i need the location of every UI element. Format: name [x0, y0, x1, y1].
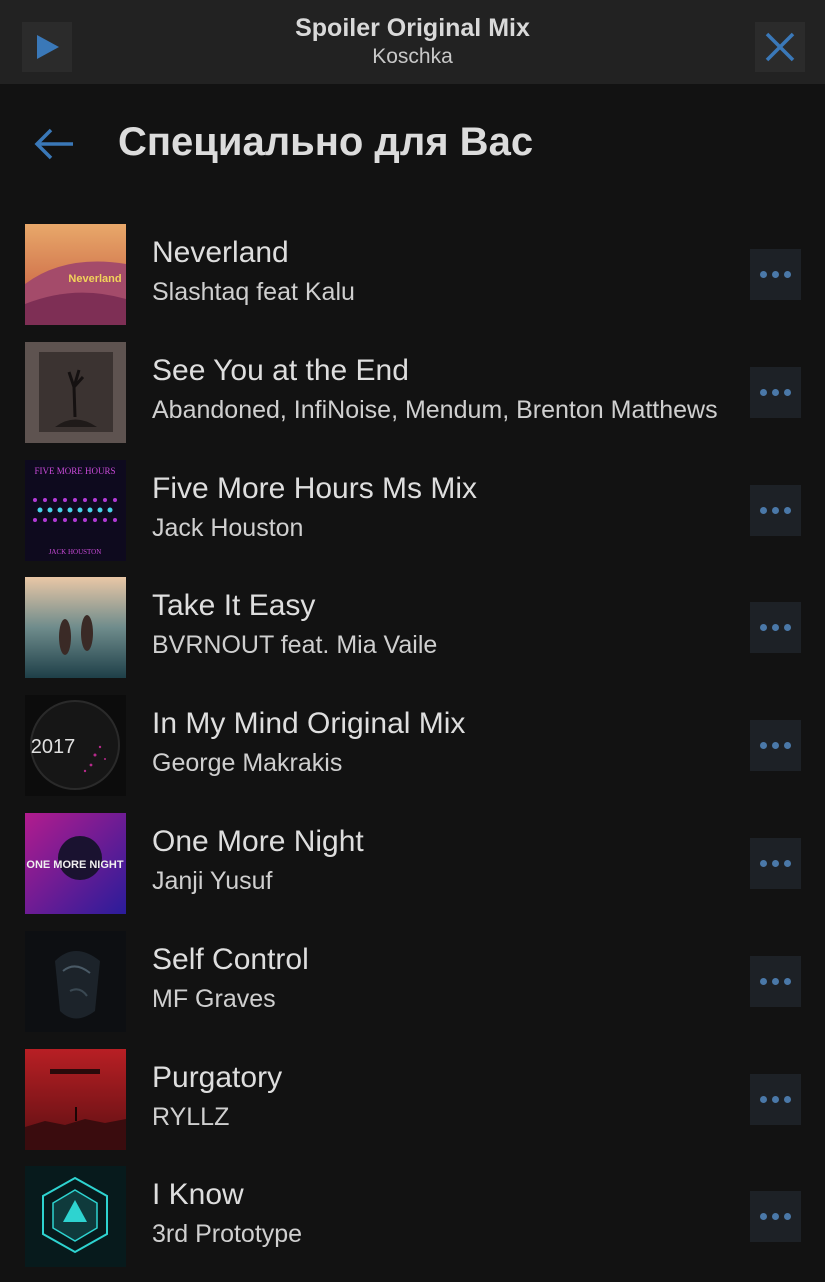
more-dots-icon	[760, 977, 767, 985]
track-artist: MF Graves	[152, 984, 276, 1013]
track-row[interactable]: See You at the End Abandoned, InfiNoise,…	[0, 340, 825, 458]
track-artist: RYLLZ	[152, 1102, 230, 1131]
more-dots-icon	[784, 271, 791, 278]
more-dots-icon	[772, 388, 779, 396]
now-playing-artist: Koschka	[372, 45, 453, 68]
more-dots-icon	[772, 271, 779, 278]
track-artist: 3rd Prototype	[152, 1220, 303, 1249]
more-options-button[interactable]	[750, 366, 801, 418]
more-dots-icon	[784, 1095, 791, 1103]
cover-label: FIVE MORE HOURS	[34, 466, 115, 476]
cover-label: ONE MORE NIGHT	[26, 859, 123, 871]
more-dots-icon	[760, 624, 767, 632]
track-row[interactable]: ONE MORE NIGHT One More Night Janji Yusu…	[0, 811, 825, 929]
more-options-button[interactable]	[750, 955, 801, 1007]
track-title: See You at the End	[152, 353, 409, 387]
track-artist: Abandoned, InfiNoise, Mendum, Brenton Ma…	[152, 395, 718, 424]
track-list: Neverland Neverland Slashtaq feat Kalu S…	[0, 222, 825, 1282]
more-dots-icon	[772, 859, 779, 867]
more-dots-icon	[772, 742, 779, 750]
track-row[interactable]: Purgatory RYLLZ	[0, 1047, 825, 1165]
track-artist: George Makrakis	[152, 749, 343, 778]
page-header: Специально для Вас	[0, 100, 825, 188]
track-title: Take It Easy	[152, 589, 316, 623]
cover-label: Neverland	[68, 273, 121, 285]
now-playing-info[interactable]: Spoiler Original Mix Koschka	[295, 13, 530, 71]
more-dots-icon	[760, 271, 767, 278]
more-dots-icon	[772, 624, 779, 632]
album-cover	[25, 341, 126, 443]
arrow-left-icon	[34, 128, 73, 160]
now-playing-title: Spoiler Original Mix	[295, 14, 530, 42]
track-title: Self Control	[152, 942, 309, 976]
more-dots-icon	[772, 1213, 779, 1221]
close-icon	[765, 32, 795, 62]
album-cover	[25, 930, 126, 1032]
track-title: One More Night	[152, 824, 364, 858]
track-artist: Slashtaq feat Kalu	[152, 278, 355, 306]
more-dots-icon	[760, 742, 767, 750]
track-artist: Jack Houston	[152, 513, 304, 542]
album-cover	[25, 1048, 126, 1150]
track-title: Five More Hours Ms Mix	[152, 471, 478, 505]
more-dots-icon	[784, 624, 791, 632]
track-row[interactable]: Self Control MF Graves	[0, 929, 825, 1047]
now-playing-bar[interactable]: Spoiler Original Mix Koschka	[0, 0, 825, 84]
play-button[interactable]	[22, 22, 72, 72]
more-dots-icon	[760, 1213, 767, 1221]
track-row[interactable]: I Know 3rd Prototype	[0, 1164, 825, 1282]
album-cover	[25, 1166, 126, 1268]
track-artist: Janji Yusuf	[152, 866, 273, 895]
more-dots-icon	[772, 1095, 779, 1103]
track-row[interactable]: FIVE MORE HOURS JACK HOUSTON Five More H…	[0, 458, 825, 576]
more-dots-icon	[760, 1095, 767, 1103]
more-options-button[interactable]	[750, 1073, 801, 1125]
track-row[interactable]: Neverland Neverland Slashtaq feat Kalu	[0, 222, 825, 340]
more-dots-icon	[772, 506, 779, 514]
more-dots-icon	[784, 859, 791, 867]
album-cover: 2017	[25, 695, 126, 797]
track-row[interactable]: 2017 In My Mind Original Mix George Makr…	[0, 693, 825, 811]
track-title: In My Mind Original Mix	[152, 707, 466, 741]
more-options-button[interactable]	[750, 484, 801, 536]
track-title: I Know	[152, 1178, 244, 1212]
more-dots-icon	[784, 742, 791, 750]
track-title: Neverland	[152, 236, 289, 269]
more-options-button[interactable]	[750, 1191, 801, 1243]
album-cover: ONE MORE NIGHT	[25, 812, 126, 914]
more-dots-icon	[784, 506, 791, 514]
cover-label: 2017	[31, 736, 76, 758]
more-options-button[interactable]	[750, 249, 801, 300]
page-title: Специально для Вас	[118, 120, 534, 164]
more-options-button[interactable]	[750, 602, 801, 654]
more-options-button[interactable]	[750, 837, 801, 889]
more-options-button[interactable]	[750, 720, 801, 772]
album-cover: FIVE MORE HOURS JACK HOUSTON	[25, 459, 126, 561]
play-icon	[37, 35, 59, 59]
album-cover	[25, 577, 126, 679]
close-button[interactable]	[755, 22, 805, 72]
more-dots-icon	[760, 388, 767, 396]
more-dots-icon	[784, 388, 791, 396]
back-button[interactable]	[28, 122, 80, 166]
album-cover: Neverland	[25, 224, 126, 325]
more-dots-icon	[784, 1213, 791, 1221]
more-dots-icon	[760, 859, 767, 867]
more-dots-icon	[760, 506, 767, 514]
track-title: Purgatory	[152, 1060, 283, 1094]
track-artist: BVRNOUT feat. Mia Vaile	[152, 631, 438, 660]
track-row[interactable]: Take It Easy BVRNOUT feat. Mia Vaile	[0, 575, 825, 693]
cover-sublabel: JACK HOUSTON	[49, 548, 102, 556]
more-dots-icon	[784, 977, 791, 985]
more-dots-icon	[772, 977, 779, 985]
